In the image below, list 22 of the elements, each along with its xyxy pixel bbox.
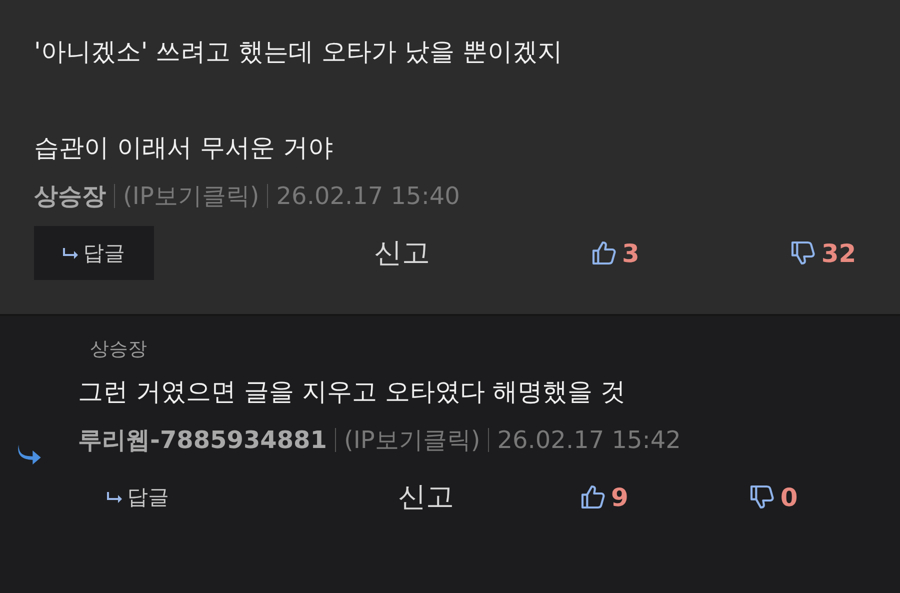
reply-button[interactable]: 답글	[34, 226, 154, 280]
comment-text: 습관이 이래서 무서운 거야	[34, 132, 334, 164]
ip-link[interactable]: (IP보기클릭)	[344, 424, 480, 456]
thumbs-down-icon	[748, 483, 776, 511]
comment-date: 26.02.17 15:40	[276, 182, 460, 210]
comment-text: 그런 거였으면 글을 지우고 오타였다 해명했을 것	[78, 376, 627, 408]
author-name[interactable]: 루리웹-7885934881	[78, 424, 327, 456]
report-button[interactable]: 신고	[398, 478, 454, 516]
reply-arrow-icon	[63, 247, 79, 259]
comment-date: 26.02.17 15:42	[497, 426, 681, 454]
dislike-button[interactable]: 32	[789, 238, 856, 268]
report-button[interactable]: 신고	[374, 234, 430, 272]
like-button[interactable]: 3	[590, 238, 640, 268]
author-name[interactable]: 상승장	[34, 180, 106, 212]
thumbs-up-icon	[579, 483, 607, 511]
dislike-button[interactable]: 0	[748, 482, 798, 512]
quoted-author: 상승장	[90, 337, 148, 362]
comment-text: '아니겠소' 쓰려고 했는데 오타가 났을 뿐이겠지	[34, 36, 564, 68]
reply-arrow-icon	[107, 491, 123, 503]
like-button[interactable]: 9	[579, 482, 628, 512]
thumbs-up-icon	[590, 239, 618, 267]
thumbs-down-icon	[789, 239, 818, 267]
